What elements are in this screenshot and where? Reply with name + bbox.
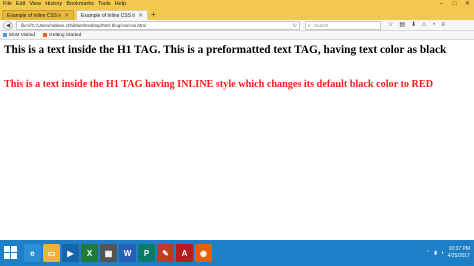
firefox-icon xyxy=(43,33,48,37)
library-icon[interactable]: ▤ xyxy=(399,21,405,30)
bookmarks-bar: Most Visited Getting Started xyxy=(0,31,474,40)
windows-start-icon[interactable] xyxy=(4,246,18,260)
tab-inline-css-2[interactable]: Example of Inline CSS in HTML - ✕ xyxy=(76,10,148,20)
heading-plain: This is a text inside the H1 TAG. This i… xyxy=(4,44,447,56)
ie-icon[interactable]: e xyxy=(24,244,41,262)
taskbar: e ▭ ▶ X ▦ W P ✎ A ◉ ⌃ ▮ ◖ 10:37 PM 4/25/2017 xyxy=(0,240,474,266)
clock-time: 10:37 PM xyxy=(448,246,470,252)
bookmark-getting-started[interactable]: Getting Started xyxy=(43,33,81,38)
system-tray: ⌃ ▮ ◖ xyxy=(426,250,444,256)
file-explorer-icon[interactable]: ▭ xyxy=(43,244,60,262)
star-icon xyxy=(3,33,7,37)
page-content: This is a text inside the H1 TAG. This i… xyxy=(0,40,474,240)
network-icon[interactable]: ▮ xyxy=(434,250,437,256)
tab-strip: Example of Inline CSS in HTML - ✕ Exampl… xyxy=(0,9,474,20)
firefox-icon[interactable]: ◉ xyxy=(195,244,212,262)
back-icon[interactable]: ◀ xyxy=(3,21,13,30)
url-bar[interactable]: file:///C:/Users/rabbee.chhibber/Desktop… xyxy=(16,21,300,30)
tab-label: Example of Inline CSS in HTML - xyxy=(7,12,62,19)
download-icon[interactable]: ⬇ xyxy=(411,21,416,30)
menu-item-history[interactable]: History xyxy=(45,0,62,9)
menu: File Edit View History Bookmarks Tools H… xyxy=(3,0,126,9)
window-controls: – □ ✕ xyxy=(437,0,472,9)
volume-icon[interactable]: ◖ xyxy=(441,250,444,256)
heading-inline-style: This is a text inside the H1 TAG having … xyxy=(4,79,434,90)
close-button[interactable]: ✕ xyxy=(463,0,472,9)
publisher-icon[interactable]: P xyxy=(138,244,155,262)
close-tab-icon[interactable]: ✕ xyxy=(64,13,69,19)
calculator-icon[interactable]: ▦ xyxy=(100,244,117,262)
toolbar-icons: ☆ ▤ ⬇ ⌂ ◔ ≡ xyxy=(388,21,445,30)
pocket-icon[interactable]: ◔ xyxy=(432,21,436,30)
minimize-button[interactable]: – xyxy=(437,0,446,9)
reload-icon[interactable]: ↻ xyxy=(293,22,297,30)
menu-item-edit[interactable]: Edit xyxy=(16,0,25,9)
clock-date: 4/25/2017 xyxy=(447,253,470,259)
maximize-button[interactable]: □ xyxy=(450,0,459,9)
word-icon[interactable]: W xyxy=(119,244,136,262)
menu-item-file[interactable]: File xyxy=(3,0,12,9)
menu-item-bookmarks[interactable]: Bookmarks xyxy=(66,0,94,9)
menu-bar: File Edit View History Bookmarks Tools H… xyxy=(0,0,474,9)
paint-icon[interactable]: ✎ xyxy=(157,244,174,262)
bookmark-most-visited[interactable]: Most Visited xyxy=(3,33,35,38)
bookmark-label: Getting Started xyxy=(49,32,82,38)
menu-icon[interactable]: ≡ xyxy=(441,21,445,30)
tab-label: Example of Inline CSS in HTML - xyxy=(81,12,136,19)
excel-icon[interactable]: X xyxy=(81,244,98,262)
bookmark-label: Most Visited xyxy=(9,32,36,38)
menu-item-help[interactable]: Help xyxy=(115,0,126,9)
new-tab-button[interactable]: + xyxy=(151,9,156,20)
menu-item-view[interactable]: View xyxy=(29,0,41,9)
bookmark-star-icon[interactable]: ☆ xyxy=(388,21,393,30)
search-icon: ⌕ xyxy=(308,23,311,29)
media-player-icon[interactable]: ▶ xyxy=(62,244,79,262)
acrobat-icon[interactable]: A xyxy=(176,244,193,262)
search-placeholder: Search xyxy=(314,23,329,28)
tab-inline-css-1[interactable]: Example of Inline CSS in HTML - ✕ xyxy=(2,10,74,20)
close-tab-icon[interactable]: ✕ xyxy=(138,13,143,19)
url-text: file:///C:/Users/rabbee.chhibber/Desktop… xyxy=(21,23,147,28)
search-input[interactable]: ⌕ Search xyxy=(305,21,381,30)
home-icon[interactable]: ⌂ xyxy=(422,21,426,30)
navigation-bar: ◀ file:///C:/Users/rabbee.chhibber/Deskt… xyxy=(0,20,474,31)
clock[interactable]: 10:37 PM 4/25/2017 xyxy=(448,246,470,260)
menu-item-tools[interactable]: Tools xyxy=(98,0,111,9)
chevron-up-icon[interactable]: ⌃ xyxy=(426,250,430,256)
